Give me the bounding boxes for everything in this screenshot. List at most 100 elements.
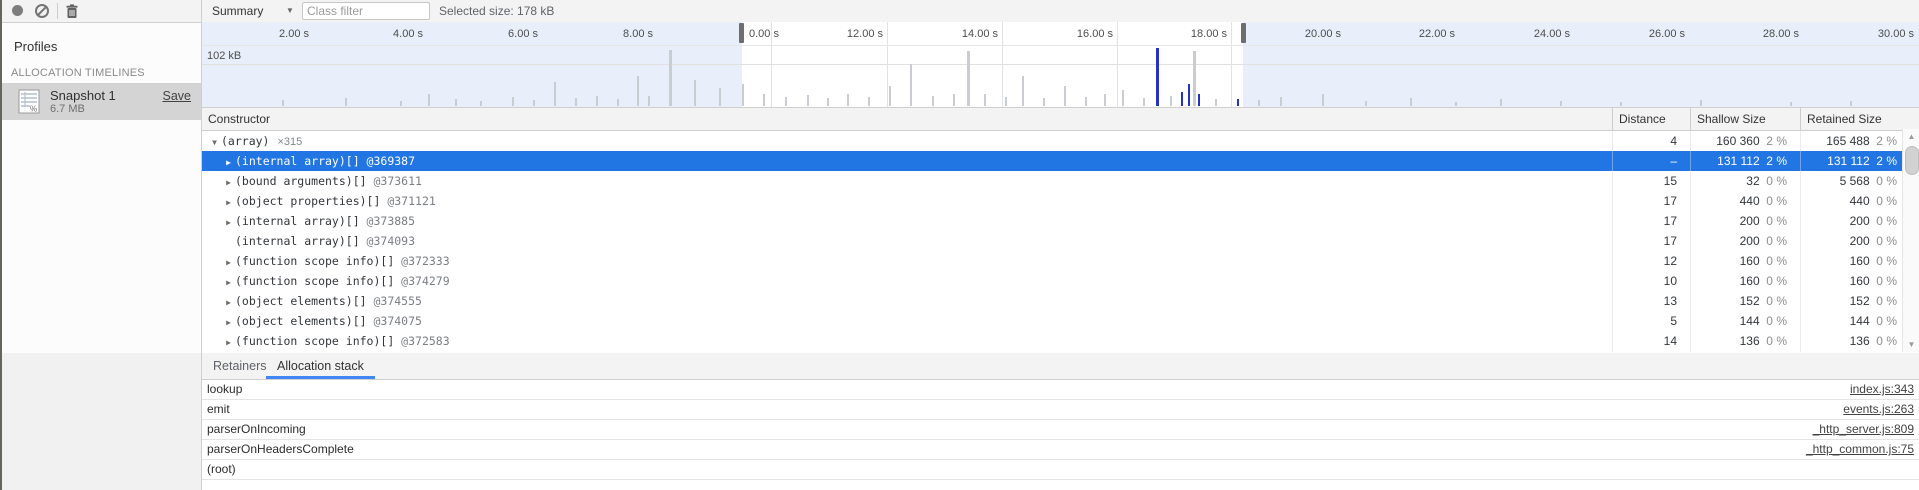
stack-frame-row[interactable]: (root) [202, 460, 1919, 480]
collapse-arrow-icon[interactable]: ▼ [208, 133, 221, 151]
expand-arrow-icon[interactable]: ▶ [222, 253, 235, 271]
stack-frame-row[interactable]: emit events.js:263 [202, 400, 1919, 420]
delete-profile-button[interactable] [65, 4, 79, 18]
timeline-tick-label: 14.00 s [928, 28, 998, 40]
class-filter-input[interactable] [302, 2, 430, 20]
expand-arrow-icon[interactable]: ▶ [222, 273, 235, 291]
constructor-cell: ▶(internal array)[] @369387 [202, 151, 1632, 171]
table-row[interactable]: ▶(internal array)[] @37388517200 0 %200 … [202, 211, 1919, 231]
constructor-name: (object elements)[] [235, 314, 367, 328]
constructor-name: (function scope info)[] [235, 334, 394, 348]
allocation-bar [1500, 99, 1502, 106]
stack-frame-row[interactable]: lookupindex.js:343 [202, 380, 1919, 400]
frame-source-link[interactable]: index.js:343 [1850, 380, 1914, 399]
save-link[interactable]: Save [163, 89, 192, 103]
constructor-name: (array) [221, 134, 269, 148]
distance-cell: 17 [1612, 191, 1690, 211]
column-header-constructor[interactable]: Constructor [202, 108, 1612, 130]
perspective-select[interactable]: Summary [212, 3, 263, 19]
trash-icon [65, 4, 79, 19]
frame-source-link[interactable]: events.js:263 [1843, 400, 1914, 419]
allocation-bar [1850, 101, 1852, 106]
selected-size-label: Selected size: 178 kB [439, 3, 554, 19]
table-row[interactable]: ▶(function scope info)[] @37233312160 0 … [202, 251, 1919, 271]
table-row[interactable]: ▶(function scope info)[] @37210113136 0 … [202, 351, 1919, 352]
allocation-bar [932, 96, 934, 106]
distance-cell: 17 [1612, 211, 1690, 231]
scroll-up-icon[interactable]: ▲ [1903, 132, 1919, 141]
expand-arrow-icon[interactable]: ▶ [222, 193, 235, 211]
object-id: @374093 [360, 234, 415, 248]
allocation-bar [1620, 102, 1622, 106]
allocation-bar [1790, 102, 1792, 106]
allocation-bar [400, 101, 402, 106]
allocation-stack-panel: lookupindex.js:343emitevents.js:263parse… [202, 380, 1919, 490]
frame-source-link[interactable]: _http_common.js:75 [1806, 440, 1914, 459]
shallow-size-cell: 152 0 % [1690, 291, 1800, 311]
scrollbar-thumb[interactable] [1905, 146, 1919, 175]
column-header-retained-size[interactable]: Retained Size [1800, 108, 1919, 130]
distance-cell: 15 [1612, 171, 1690, 191]
allocation-bar [455, 99, 457, 106]
frame-function-name: (root) [207, 460, 236, 479]
timeline-tick-label: 20.00 s [1271, 28, 1341, 40]
allocation-bar [617, 99, 619, 106]
frame-source-link[interactable]: _http_server.js:809 [1813, 420, 1914, 439]
allocation-bar [1193, 51, 1196, 106]
selection-handle-right[interactable] [1241, 23, 1246, 43]
shallow-size-cell: 32 0 % [1690, 171, 1800, 191]
expand-arrow-icon[interactable]: ▶ [222, 153, 235, 171]
constructor-cell: ▶(bound arguments)[] @373611 [202, 171, 1632, 191]
sidebar-divider [201, 0, 202, 490]
timeline-tick-label: 28.00 s [1729, 28, 1799, 40]
tab-allocation-stack[interactable]: Allocation stack [266, 353, 375, 379]
table-row[interactable]: ▶(object elements)[] @3740755144 0 %144 … [202, 311, 1919, 331]
selection-handle-left[interactable] [739, 23, 744, 43]
table-row[interactable]: ▶(object elements)[] @37455513152 0 %152… [202, 291, 1919, 311]
clear-all-profiles-button[interactable] [35, 4, 49, 18]
profiles-header: Profiles [14, 39, 57, 54]
table-row[interactable]: ▶(function scope info)[] @37427910160 0 … [202, 271, 1919, 291]
record-button[interactable] [11, 4, 25, 18]
allocation-bar [1170, 96, 1172, 106]
table-row[interactable]: ▶(internal array)[] @369387–131 112 2 %1… [202, 151, 1919, 171]
allocation-bar [1322, 94, 1324, 106]
timeline-tick-label: 6.00 s [468, 28, 538, 40]
table-row[interactable]: (internal array)[] @37409317200 0 %200 0… [202, 231, 1919, 251]
allocation-bar [669, 50, 672, 106]
distance-cell: 17 [1612, 231, 1690, 251]
timeline-tick-label: 18.00 s [1157, 28, 1227, 40]
constructor-cell: ▶(object elements)[] @374075 [202, 311, 1632, 331]
table-row[interactable]: ▶(function scope info)[] @37258314136 0 … [202, 331, 1919, 351]
allocation-bar [1455, 102, 1457, 106]
allocation-bar [967, 51, 970, 106]
allocation-bar [1104, 94, 1106, 106]
table-row[interactable]: ▶(bound arguments)[] @3736111532 0 %5 56… [202, 171, 1919, 191]
heap-grid-header: Constructor Distance Shallow Size Retain… [202, 107, 1919, 131]
table-row[interactable]: ▶(object properties)[] @37112117440 0 %4… [202, 191, 1919, 211]
allocation-bar [785, 97, 787, 106]
object-id: @374075 [367, 314, 422, 328]
allocation-bar [1043, 98, 1045, 106]
expand-arrow-icon[interactable]: ▶ [222, 313, 235, 331]
grid-scrollbar[interactable]: ▲ ▼ [1902, 129, 1919, 352]
frame-function-name: emit [207, 400, 230, 419]
allocation-bar [1215, 99, 1217, 106]
stack-frame-row[interactable]: parserOnIncoming_http_server.js:809 [202, 420, 1919, 440]
column-header-shallow-size[interactable]: Shallow Size [1690, 108, 1800, 130]
table-row[interactable]: ▼(array)×3154160 360 2 %165 488 2 % [202, 131, 1919, 151]
constructor-name: (internal array)[] [235, 234, 360, 248]
allocation-timeline-overview[interactable]: 2.00 s4.00 s6.00 s8.00 s0.00 s12.00 s14.… [202, 22, 1919, 107]
expand-arrow-icon[interactable]: ▶ [222, 333, 235, 351]
constructor-name: (object properties)[] [235, 194, 380, 208]
expand-arrow-icon[interactable]: ▶ [222, 173, 235, 191]
sidebar-item-snapshot-1[interactable]: % Snapshot 1 6.7 MB Save [2, 83, 201, 120]
stack-frame-row[interactable]: parserOnHeadersComplete_http_common.js:7… [202, 440, 1919, 460]
allocation-bar [648, 96, 650, 106]
expand-arrow-icon[interactable]: ▶ [222, 213, 235, 231]
scroll-down-icon[interactable]: ▼ [1903, 340, 1919, 349]
allocation-bar [1700, 100, 1702, 106]
column-header-distance[interactable]: Distance [1612, 108, 1690, 130]
expand-arrow-icon[interactable]: ▶ [222, 293, 235, 311]
constructor-cell: (internal array)[] @374093 [202, 231, 1632, 251]
